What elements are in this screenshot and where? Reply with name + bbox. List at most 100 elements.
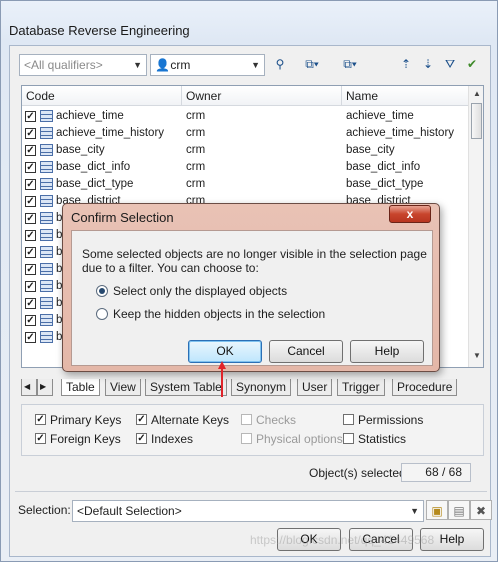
- table-icon: [40, 246, 53, 258]
- row-owner: crm: [186, 110, 206, 122]
- objects-selected-label: Object(s) selected:: [309, 466, 410, 480]
- table-icon: [40, 297, 53, 309]
- table-icon: [40, 263, 53, 275]
- row-code: base_city: [56, 144, 105, 156]
- move-down-icon[interactable]: ⇣: [417, 54, 439, 74]
- row-code: base_dict_info: [56, 161, 131, 173]
- table-icon: [40, 195, 53, 207]
- list-header: Code Owner Name: [22, 86, 468, 106]
- dialog-title: Confirm Selection: [71, 210, 174, 225]
- chevron-down-icon: ▼: [133, 60, 142, 70]
- dialog-help-button[interactable]: Help: [350, 340, 424, 363]
- table-row[interactable]: ✓ achieve_time_history crm achieve_time_his…: [22, 125, 468, 142]
- tab-trigger[interactable]: Trigger: [337, 379, 385, 396]
- dialog-message-line1: Some selected objects are no longer visi…: [82, 247, 427, 261]
- scroll-down-icon[interactable]: ▼: [469, 348, 483, 364]
- row-name: base_dict_info: [346, 161, 421, 173]
- table-icon: [40, 331, 53, 343]
- table-icon: [40, 110, 53, 122]
- row-checkbox[interactable]: ✓: [25, 332, 36, 343]
- object-type-tabs: ◀ ▶ Table View System Table Synonym User…: [21, 379, 484, 397]
- objects-selected-count: 68 / 68: [401, 463, 471, 482]
- row-name: base_city: [346, 144, 395, 156]
- scroll-up-icon[interactable]: ▲: [469, 86, 483, 102]
- row-code: base_dict_type: [56, 178, 134, 190]
- delete-selection-icon[interactable]: ✖: [470, 500, 492, 520]
- chevron-down-icon: ▼: [251, 60, 260, 70]
- dialog-ok-button[interactable]: OK: [188, 340, 262, 363]
- table-icon: [40, 212, 53, 224]
- deselect-all-icon[interactable]: ⧉▾: [339, 54, 361, 74]
- tab-table[interactable]: Table: [61, 379, 100, 396]
- table-icon: [40, 229, 53, 241]
- row-checkbox[interactable]: ✓: [25, 128, 36, 139]
- confirm-selection-dialog: Confirm Selection x Some selected object…: [62, 203, 440, 372]
- table-row[interactable]: ✓ base_dict_type crm base_dict_type: [22, 176, 468, 193]
- row-checkbox[interactable]: ✓: [25, 281, 36, 292]
- row-checkbox[interactable]: ✓: [25, 315, 36, 326]
- reverse-options-panel: ✓ Primary Keys ✓ Alternate Keys Checks Per…: [21, 404, 484, 456]
- column-header-owner[interactable]: Owner: [186, 89, 221, 103]
- tab-view[interactable]: View: [105, 379, 141, 396]
- chevron-down-icon: ▼: [410, 506, 419, 516]
- scroll-thumb[interactable]: [471, 103, 482, 139]
- table-icon: [40, 314, 53, 326]
- row-code: achieve_time_history: [56, 127, 165, 139]
- row-name: achieve_time: [346, 110, 414, 122]
- table-icon: [40, 144, 53, 156]
- row-checkbox[interactable]: ✓: [25, 247, 36, 258]
- window-title: Database Reverse Engineering: [9, 23, 190, 38]
- table-icon: [40, 127, 53, 139]
- dialog-body: Some selected objects are no longer visi…: [71, 230, 433, 366]
- tab-synonym[interactable]: Synonym: [231, 379, 292, 396]
- column-header-code[interactable]: Code: [26, 89, 55, 103]
- row-owner: crm: [186, 127, 206, 139]
- table-icon: [40, 161, 53, 173]
- row-checkbox[interactable]: ✓: [25, 264, 36, 275]
- qualifier-combo[interactable]: <All qualifiers> ▼: [19, 54, 147, 76]
- owner-combo-value: crm: [170, 58, 191, 72]
- row-checkbox[interactable]: ✓: [25, 196, 36, 207]
- tab-scroll-left-icon[interactable]: ◀: [21, 379, 37, 396]
- row-name: achieve_time_history: [346, 127, 455, 139]
- row-checkbox[interactable]: ✓: [25, 298, 36, 309]
- qualifier-combo-value: <All qualifiers>: [24, 58, 103, 72]
- user-icon: 👤: [155, 58, 170, 72]
- row-name: base_dict_type: [346, 178, 424, 190]
- row-checkbox[interactable]: ✓: [25, 162, 36, 173]
- list-scrollbar[interactable]: ▲ ▼: [468, 86, 483, 367]
- row-checkbox[interactable]: ✓: [25, 111, 36, 122]
- tab-system-table[interactable]: System Table: [145, 379, 227, 396]
- selection-combo[interactable]: <Default Selection> ▼: [72, 500, 424, 522]
- row-checkbox[interactable]: ✓: [25, 213, 36, 224]
- table-row[interactable]: ✓ base_city crm base_city: [22, 142, 468, 159]
- row-checkbox[interactable]: ✓: [25, 179, 36, 190]
- tab-procedure[interactable]: Procedure: [392, 379, 458, 396]
- select-all-icon[interactable]: ⧉▾: [301, 54, 323, 74]
- table-icon: [40, 178, 53, 190]
- watermark: https://blog.csdn.net/qq_41449568: [250, 533, 435, 547]
- owner-combo[interactable]: 👤 crm ▼: [150, 54, 265, 76]
- column-header-name[interactable]: Name: [346, 89, 378, 103]
- table-row[interactable]: ✓ base_dict_info crm base_dict_info: [22, 159, 468, 176]
- check-all-icon[interactable]: ✔: [461, 54, 483, 74]
- close-icon[interactable]: x: [389, 205, 431, 223]
- move-up-icon[interactable]: ⇡: [395, 54, 417, 74]
- dialog-cancel-button[interactable]: Cancel: [269, 340, 343, 363]
- row-checkbox[interactable]: ✓: [25, 230, 36, 241]
- row-checkbox[interactable]: ✓: [25, 145, 36, 156]
- row-code: achieve_time: [56, 110, 124, 122]
- table-row[interactable]: ✓ achieve_time crm achieve_time: [22, 108, 468, 125]
- selection-combo-value: <Default Selection>: [77, 504, 182, 518]
- table-icon: [40, 280, 53, 292]
- row-owner: crm: [186, 144, 206, 156]
- annotation-arrow-icon: [218, 361, 226, 397]
- save-selection-icon[interactable]: ▤: [448, 500, 470, 520]
- filter-icon[interactable]: ⛛: [439, 54, 461, 74]
- tab-user[interactable]: User: [297, 379, 333, 396]
- tab-scroll-right-icon[interactable]: ▶: [37, 379, 53, 396]
- find-owner-icon[interactable]: ⚲: [269, 54, 291, 74]
- open-folder-icon[interactable]: ▣: [426, 500, 448, 520]
- selection-label: Selection:: [18, 503, 71, 517]
- dialog-message-line2: due to a filter. You can choose to:: [82, 261, 259, 275]
